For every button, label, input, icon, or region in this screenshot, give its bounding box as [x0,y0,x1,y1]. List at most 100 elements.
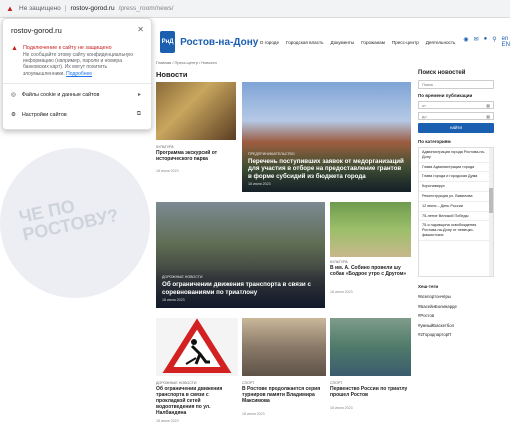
gear-icon: ⚙ [11,111,16,118]
category-item[interactable]: Коронавирус [419,182,493,192]
news-date: 18 июля 2023 [242,412,265,416]
page-title: Новости [156,70,188,79]
category-item[interactable]: Реконструкция ул. Вавилова [419,192,493,202]
tags-label: Хеш-теги [418,284,439,289]
breadcrumb[interactable]: Главная / Пресс-центр / Новости [156,60,217,65]
search-icon[interactable]: ⚲ [492,36,496,48]
security-warning: ▲ Подключение к сайту не защищено Не соо… [11,45,143,77]
popup-host: rostov-gorod.ru [11,26,62,35]
news-category: Дорожные новости [156,381,197,385]
eye-icon[interactable]: ◉ [463,36,468,48]
search-input[interactable] [418,80,494,89]
user-icon[interactable]: ● [484,36,488,48]
tag-item[interactable]: #Ростов [418,311,498,321]
brand-name[interactable]: Ростов-на-Дону [180,37,260,48]
news-title[interactable]: В им. А. Собино провели шу собак «Бодрое… [330,265,411,277]
site-settings-label: Настройки сайтов [21,111,67,118]
url-separator: | [64,5,67,12]
category-item[interactable]: Глава города и городская Дума [419,172,493,183]
category-item[interactable]: 12 июня – День России [419,202,493,212]
nav-item-press[interactable]: Пресс-центр [392,40,419,45]
nav-item-government[interactable]: Городская власть [286,40,324,45]
news-image-4 [330,202,411,257]
close-icon[interactable]: ✕ [137,25,144,34]
news-overlay: Предпринимательство Перечень поступивших… [242,145,411,192]
category-item[interactable]: 75-я годовщина освобождения Ростова-на-Д… [419,221,493,241]
tag-item[interactable]: #БасейнБолинарде [418,302,498,312]
site-settings-item[interactable]: ⚙ Настройки сайтов ⧉ [11,108,143,122]
url-path[interactable]: /press_room/news/ [119,5,174,12]
news-card-7[interactable]: Спорт Первенство России по триатлу проше… [330,318,411,430]
nav-item-activity[interactable]: Деятельность [426,40,456,45]
date-to-label: до [422,114,427,119]
not-secure-label[interactable]: Не защищено [19,5,61,12]
lang-switch[interactable]: en ЕN [502,36,510,48]
nav-item-documents[interactable]: Документы [331,40,355,45]
news-date: 18 июля 2023 [330,290,353,294]
date-from-field[interactable]: от ▦ [418,101,494,109]
news-image-5 [156,318,238,376]
news-date: 18 июля 2023 [156,419,179,423]
site-info-popup: rostov-gorod.ru ✕ ▲ Подключение к сайту … [2,18,152,130]
news-date: 18 июля 2023 [248,182,271,186]
address-bar[interactable]: ▲ Не защищено | rostov-gorod.ru/press_ro… [0,0,510,18]
url-host[interactable]: rostov-gorod.ru [71,5,115,12]
news-title[interactable]: Программа экскурсий от исторического пар… [156,150,236,162]
date-to-field[interactable]: до ▦ [418,112,494,120]
search-title: Поиск новостей [418,70,466,76]
category-item[interactable]: 75-летие Великой Победы [419,212,493,222]
news-title[interactable]: В Ростове продолжается серия турниров па… [242,386,326,404]
news-date: 18 июля 2023 [330,406,353,410]
city-logo-icon[interactable]: РнД [160,31,176,53]
mail-icon[interactable]: ✉ [474,36,479,48]
tag-item[interactable]: #2ГородпарторП [418,330,498,340]
tag-item[interactable]: #умныйБаскетбол [418,321,498,331]
logo-text: РнД [161,39,174,45]
news-card-3[interactable]: Дорожные новости Об ограничении движения… [156,202,325,308]
category-item[interactable]: Глава Администрации города [419,163,493,173]
categories-scrollbar[interactable] [489,148,493,276]
news-title[interactable]: Первенство России по триатлу прошел Рост… [330,386,411,398]
more-link[interactable]: Подробнее [66,71,92,77]
news-image-6 [242,318,326,376]
categories-label: По категориям [418,139,451,144]
news-image-7 [330,318,411,376]
chevron-right-icon: ▸ [137,92,141,99]
news-image-1 [156,82,236,140]
news-category: Спорт [330,381,343,385]
tags-list: #всепортончёры #БасейнБолинарде #Ростов … [418,292,498,340]
news-title[interactable]: Об ограничении движения транспорта в свя… [156,386,238,416]
categories-list[interactable]: Администрация города Ростова-на-Дону Гла… [418,147,494,277]
cookies-label: Файлы cookie и данные сайтов [21,91,100,98]
nav-item-about[interactable]: О городе [260,40,279,45]
date-from-label: от [422,103,426,108]
calendar-icon[interactable]: ▦ [486,114,490,119]
tag-item[interactable]: #всепортончёры [418,292,498,302]
warning-desc: Не сообщайте этому сайту конфиденциальну… [23,52,143,77]
news-card-5[interactable]: Дорожные новости Об ограничении движения… [156,318,238,430]
news-card-6[interactable]: Спорт В Ростове продолжается серия турни… [242,318,326,430]
news-date: 18 июля 2023 [156,169,179,173]
sidebar: Поиск новостей По времени публикации от ▦… [418,70,498,340]
divider [3,82,151,84]
news-card-4[interactable]: Культура В им. А. Собино провели шу соба… [330,202,411,308]
news-category: Культура [330,260,348,264]
external-link-icon: ⧉ [136,111,141,118]
find-button[interactable]: найти [418,123,494,133]
news-title[interactable]: Перечень поступивших заявок от медоргани… [248,158,405,181]
news-card-1[interactable]: Культура Программа экскурсий от историче… [156,82,236,184]
header-icons: ◉ ✉ ● ⚲ en ЕN [463,36,510,48]
category-item[interactable]: Администрация города Ростова-на-Дону [419,148,493,163]
news-category: Культура [156,145,174,149]
news-category: Дорожные новости [162,275,203,279]
cookies-item[interactable]: ◎ Файлы cookie и данные сайтов ▸ [11,88,143,102]
calendar-icon[interactable]: ▦ [486,103,490,108]
warning-title: Подключение к сайту не защищено [22,45,112,51]
nav-item-citizens[interactable]: Горожанам [361,40,385,45]
site-header: РнД Ростов-на-Дону О городе Городская вл… [160,28,510,56]
news-title[interactable]: Об ограничении движения транспорта в свя… [162,281,319,296]
news-card-2[interactable]: Предпринимательство Перечень поступивших… [242,82,411,192]
warning-triangle-icon[interactable]: ▲ [6,4,15,13]
road-work-sign-icon [162,318,232,373]
scroll-thumb[interactable] [489,188,493,213]
